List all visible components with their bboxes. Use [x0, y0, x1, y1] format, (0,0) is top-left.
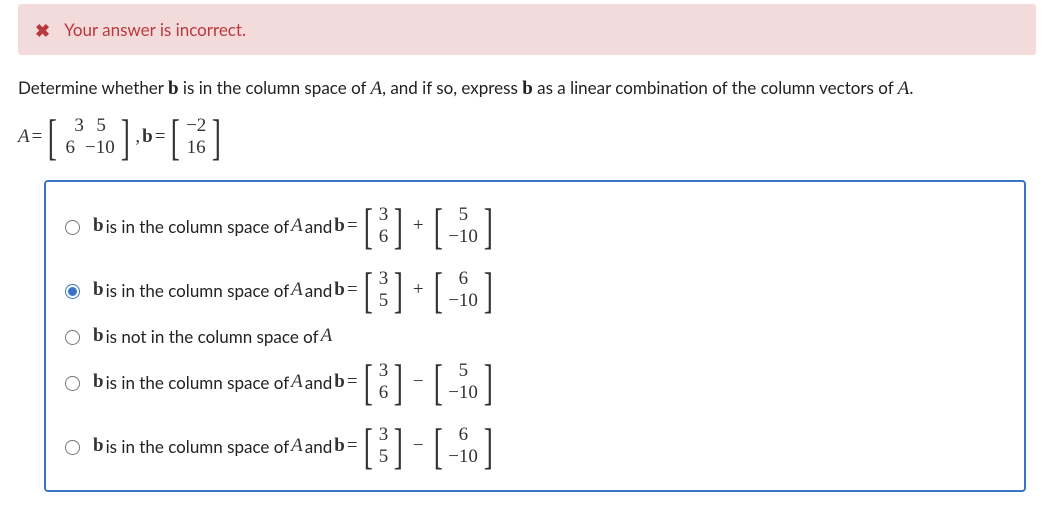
equals-sign: = [32, 126, 43, 148]
radio-button[interactable] [65, 330, 80, 345]
feedback-banner: ✖ Your answer is incorrect. [18, 4, 1036, 55]
equals-sign: = [347, 371, 358, 393]
answer-options: b is in the column space of A and b = [3… [44, 180, 1026, 492]
operator: − [409, 435, 428, 457]
option-matrix-2: [5−10] [430, 353, 497, 411]
operator: + [409, 215, 428, 237]
prompt-text: . [909, 77, 913, 98]
option-text: and [305, 216, 332, 237]
answer-option[interactable]: b is in the column space of A and b = [3… [60, 350, 1010, 414]
equals-sign: = [347, 435, 358, 457]
option-b: b [334, 371, 345, 393]
equals-sign: = [347, 279, 358, 301]
equals-sign: = [155, 126, 166, 148]
prompt-A: A [371, 78, 383, 99]
prompt-text: , and if so, express [382, 77, 522, 98]
radio-button[interactable] [65, 440, 80, 455]
option-text: is in the column space of [106, 372, 290, 393]
vector-b: [−216] [167, 108, 225, 166]
incorrect-icon: ✖ [35, 21, 50, 39]
option-text: and [305, 280, 332, 301]
option-b: b [334, 215, 345, 237]
option-b: b [93, 215, 104, 237]
option-matrix-2: [5−10] [430, 197, 497, 255]
option-b: b [93, 325, 104, 347]
option-text: is in the column space of [106, 436, 290, 457]
option-b: b [334, 435, 345, 457]
option-matrix-2: [6−10] [430, 417, 497, 475]
question-prompt: Determine whether b is in the column spa… [18, 77, 1036, 100]
answer-option[interactable]: b is not in the column space of A [60, 322, 1010, 350]
option-content: b is in the column space of A and b = [3… [93, 353, 497, 411]
option-content: b is in the column space of A and b = [3… [93, 261, 497, 319]
prompt-b: b [168, 78, 179, 99]
option-b: b [334, 279, 345, 301]
option-content: b is not in the column space of A [93, 325, 332, 347]
option-matrix-1: [35] [360, 261, 407, 319]
option-b: b [93, 435, 104, 457]
matrix-A-label: A [18, 126, 30, 148]
matrix-A: [356−10] [44, 108, 133, 166]
option-content: b is in the column space of A and b = [3… [93, 197, 497, 255]
operator: + [409, 279, 428, 301]
radio-button[interactable] [65, 284, 80, 299]
option-A: A [321, 325, 333, 347]
operator: − [409, 371, 428, 393]
prompt-text: as a linear combination of the column ve… [533, 77, 898, 98]
vector-b-label: b [142, 126, 153, 148]
option-b: b [93, 371, 104, 393]
answer-option[interactable]: b is in the column space of A and b = [3… [60, 194, 1010, 258]
radio-button[interactable] [65, 220, 80, 235]
comma: , [135, 126, 140, 148]
option-text: is in the column space of [106, 280, 290, 301]
option-matrix-2: [6−10] [430, 261, 497, 319]
option-text: and [305, 436, 332, 457]
answer-option[interactable]: b is in the column space of A and b = [3… [60, 414, 1010, 478]
feedback-text: Your answer is incorrect. [64, 19, 246, 40]
option-A: A [291, 215, 303, 237]
prompt-b: b [522, 78, 533, 99]
option-b: b [93, 279, 104, 301]
option-matrix-1: [36] [360, 353, 407, 411]
option-content: b is in the column space of A and b = [3… [93, 417, 497, 475]
prompt-text: is in the column space of [179, 77, 371, 98]
option-A: A [291, 435, 303, 457]
answer-option[interactable]: b is in the column space of A and b = [3… [60, 258, 1010, 322]
prompt-A: A [898, 78, 910, 99]
option-text: and [305, 372, 332, 393]
option-text: is in the column space of [106, 216, 290, 237]
given-equation: A = [356−10] , b = [−216] [18, 108, 1036, 166]
option-A: A [291, 279, 303, 301]
option-A: A [291, 371, 303, 393]
prompt-text: Determine whether [18, 77, 168, 98]
equals-sign: = [347, 215, 358, 237]
option-matrix-1: [35] [360, 417, 407, 475]
option-text: is not in the column space of [106, 326, 319, 347]
option-matrix-1: [36] [360, 197, 407, 255]
radio-button[interactable] [65, 376, 80, 391]
